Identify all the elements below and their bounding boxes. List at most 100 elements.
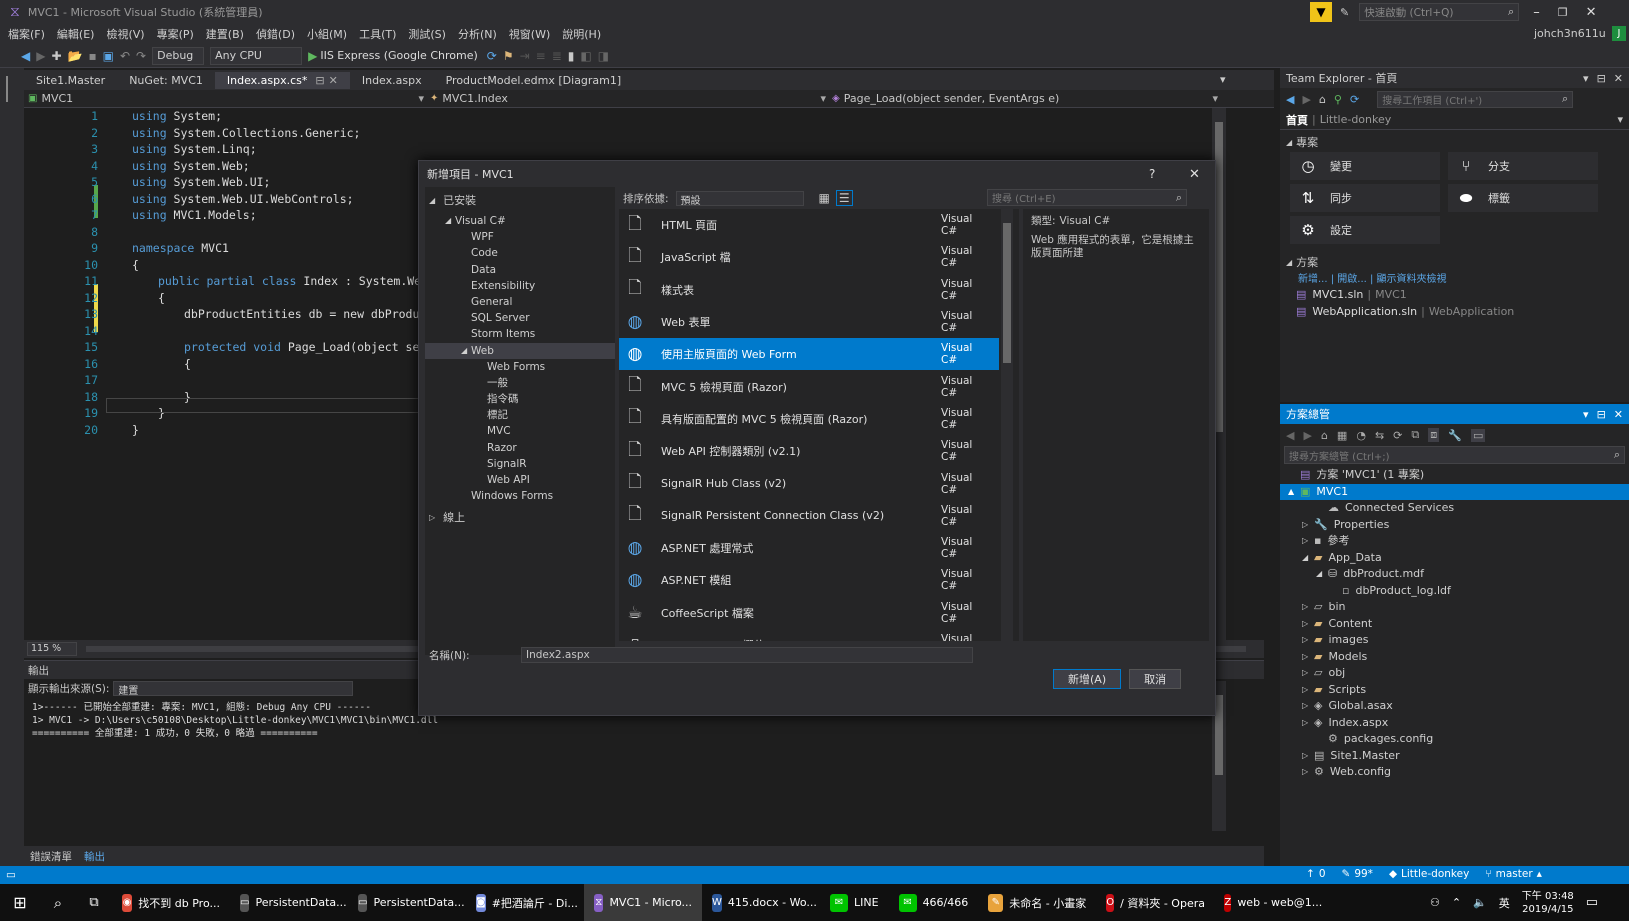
forward-icon[interactable]: ▶	[1302, 93, 1310, 106]
category-item[interactable]: Data	[425, 262, 615, 278]
template-item[interactable]: 🗋 SignalR Persistent Connection Class (v2…	[619, 500, 999, 532]
expand-arrow-icon[interactable]: ▷	[1302, 682, 1314, 699]
collapse-all-icon[interactable]: ⧉	[1411, 428, 1419, 442]
ime-indicator[interactable]: 英	[1499, 895, 1510, 911]
menu-file[interactable]: 檔案(F)	[2, 26, 51, 42]
quick-launch-input[interactable]: 快速啟動 (Ctrl+Q)	[1364, 5, 1453, 20]
back-icon[interactable]: ◀	[1286, 93, 1294, 106]
expand-arrow-icon[interactable]: ▷	[1302, 649, 1314, 666]
category-item[interactable]: 指令碼	[425, 391, 615, 407]
menu-view[interactable]: 檢視(V)	[100, 26, 150, 42]
category-item[interactable]: Storm Items	[425, 326, 615, 342]
template-item[interactable]: 🗋 JavaScript 檔 Visual C#	[619, 241, 999, 273]
member-dropdown[interactable]: ◈ Page_Load(object sender, EventArgs e) …	[832, 90, 1222, 107]
taskbar-app[interactable]: ✎ 未命名 - 小畫家	[978, 884, 1096, 921]
start-button[interactable]: ⊞	[0, 884, 40, 921]
scrollbar-thumb[interactable]	[1215, 122, 1223, 432]
connect-icon[interactable]: ⚲	[1334, 93, 1342, 106]
minimize-button[interactable]: –	[1533, 5, 1540, 20]
category-item[interactable]: Web API	[425, 472, 615, 488]
save-icon[interactable]: ▪	[88, 49, 96, 63]
comment-icon[interactable]: ≡	[536, 49, 546, 63]
menu-test[interactable]: 測試(S)	[402, 26, 452, 42]
template-item[interactable]: ◍ 使用主版頁面的 Web Form Visual C#	[619, 338, 999, 371]
menu-tools[interactable]: 工具(T)	[353, 26, 402, 42]
volume-icon[interactable]: 🔈	[1473, 896, 1487, 909]
tree-item[interactable]: ▷ ◈ Global.asax	[1280, 698, 1629, 715]
expand-arrow-icon[interactable]: ▷	[1302, 665, 1314, 682]
server-explorer-tab[interactable]	[6, 76, 16, 102]
tree-item[interactable]: ▲ ▣ MVC1	[1280, 483, 1629, 500]
save-all-icon[interactable]: ▣	[103, 49, 114, 63]
close-icon[interactable]: ✕	[1614, 72, 1623, 85]
dialog-close-button[interactable]: ✕	[1189, 167, 1200, 182]
category-item[interactable]: General	[425, 294, 615, 310]
pin-icon[interactable]: ⊟	[1597, 408, 1606, 421]
category-item[interactable]: Extensibility	[425, 278, 615, 294]
tree-item[interactable]: ▷ ⚙ Web.config	[1280, 764, 1629, 781]
template-item[interactable]: 🗋 MVC 5 檢視頁面 (Razor) Visual C#	[619, 370, 999, 402]
category-item[interactable]: WPF	[425, 229, 615, 245]
sort-select[interactable]: 預設	[675, 190, 804, 207]
category-item[interactable]: 標記	[425, 407, 615, 423]
scrollbar-thumb[interactable]	[1215, 695, 1223, 775]
browser-link-icon[interactable]: ⚑	[503, 49, 514, 63]
tile-settings[interactable]: ⚙ 設定	[1290, 216, 1440, 244]
taskbar-app[interactable]: ◉ 找不到 db Pro...	[112, 884, 230, 921]
tile-changes[interactable]: ◷ 變更	[1290, 152, 1440, 180]
tab-overflow-icon[interactable]: ▾	[1220, 73, 1226, 86]
menu-build[interactable]: 建置(B)	[200, 26, 250, 42]
tree-item[interactable]: ▫ dbProduct_log.ldf	[1280, 583, 1629, 600]
tab-index-aspx[interactable]: Index.aspx	[350, 72, 434, 89]
category-item[interactable]: ◢ Web	[425, 342, 615, 359]
menu-project[interactable]: 專案(P)	[151, 26, 200, 42]
chevron-up-icon[interactable]: ⌃	[1452, 896, 1461, 909]
start-icon[interactable]: ▶	[308, 49, 317, 63]
pin-icon[interactable]: ⊟	[315, 74, 324, 87]
solution-item[interactable]: ▤ WebApplication.sln | WebApplication	[1280, 303, 1629, 320]
menu-analyze[interactable]: 分析(N)	[452, 26, 503, 42]
category-item[interactable]: Windows Forms	[425, 488, 615, 504]
team-explorer-page-selector[interactable]: 首頁 | Little-donkey ▾	[1280, 110, 1629, 130]
taskbar-app[interactable]: ▭ PersistentData...	[230, 884, 348, 921]
dropdown-icon[interactable]: ▾	[1583, 72, 1589, 85]
pending-changes[interactable]: ✎ 99*	[1342, 868, 1373, 880]
online-node[interactable]: ▷ 線上	[425, 508, 615, 526]
template-item[interactable]: 🗋 SignalR Hub Class (v2) Visual C#	[619, 467, 999, 499]
category-item[interactable]: SignalR	[425, 456, 615, 472]
category-item[interactable]: MVC	[425, 423, 615, 439]
name-input[interactable]: Index2.aspx	[521, 647, 973, 663]
refresh-icon[interactable]: ⟳	[487, 49, 497, 63]
expand-arrow-icon[interactable]: ◢	[1316, 566, 1328, 583]
solution-links[interactable]: 新增... | 開啟... | 顯示資料夾檢視	[1280, 270, 1629, 286]
tile-sync[interactable]: ⇅ 同步	[1290, 184, 1440, 212]
back-icon[interactable]: ◀	[1286, 429, 1294, 442]
switch-views-icon[interactable]: ▦	[1337, 429, 1347, 442]
zoom-select[interactable]: 115 %	[27, 642, 77, 656]
pin-icon[interactable]: ⊟	[1597, 72, 1606, 85]
menu-debug[interactable]: 偵錯(D)	[250, 26, 301, 42]
expand-arrow-icon[interactable]: ▷	[1302, 748, 1314, 765]
list-view-icon[interactable]: ☰	[835, 190, 853, 206]
new-project-icon[interactable]: ✚	[51, 49, 61, 63]
tree-item[interactable]: ▷ ▪ 參考	[1280, 533, 1629, 550]
redo-icon[interactable]: ↷	[136, 49, 146, 63]
open-icon[interactable]: 📂	[68, 49, 83, 63]
template-item[interactable]: ◍ ASP.NET 處理常式 Visual C#	[619, 532, 999, 564]
taskbar-app[interactable]: Zweb - web@1...	[1214, 884, 1332, 921]
tab-nuget[interactable]: NuGet: MVC1	[117, 72, 215, 89]
category-item[interactable]: Code	[425, 245, 615, 261]
menu-window[interactable]: 視窗(W)	[503, 26, 556, 42]
restore-button[interactable]: ❐	[1558, 6, 1568, 19]
tree-item[interactable]: ▷ ▰ Models	[1280, 649, 1629, 666]
expand-arrow-icon[interactable]: ▷	[1302, 764, 1314, 781]
solutions-section-header[interactable]: ◢ 方案	[1280, 254, 1629, 270]
menu-edit[interactable]: 編輯(E)	[51, 26, 101, 42]
output-source-select[interactable]: 建置	[113, 681, 354, 697]
tab-index-aspx-cs[interactable]: Index.aspx.cs* ⊟ ✕	[214, 71, 350, 89]
tab-site1-master[interactable]: Site1.Master	[24, 72, 117, 89]
template-item[interactable]: ▯ Dynamic Data 欄位Visual C#	[619, 629, 999, 641]
small-icons-view-icon[interactable]: ▦	[819, 191, 830, 205]
category-item[interactable]: 一般	[425, 375, 615, 391]
close-tab-icon[interactable]: ✕	[329, 74, 338, 87]
